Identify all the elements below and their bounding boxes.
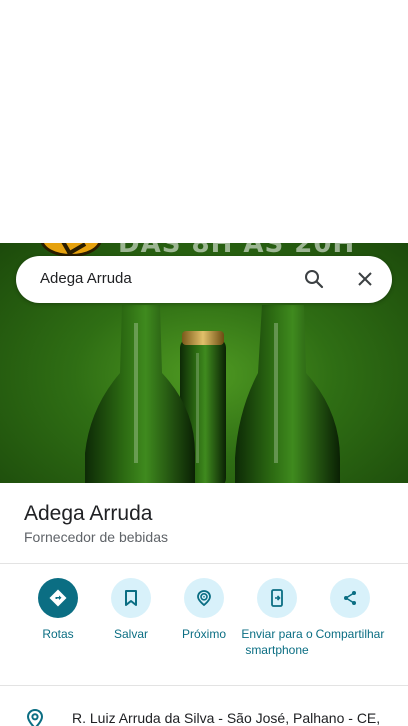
close-icon[interactable] <box>353 267 377 291</box>
nearby-label: Próximo <box>181 627 226 641</box>
directions-icon <box>38 578 78 618</box>
save-button[interactable]: Salvar <box>92 578 170 642</box>
send-to-phone-label: Enviar para o smartphone <box>241 627 313 657</box>
place-title: Adega Arruda <box>24 502 153 525</box>
share-icon <box>330 578 370 618</box>
send-to-phone-button[interactable]: Enviar para o smartphone <box>238 578 316 658</box>
share-button[interactable]: Compartilhar <box>311 578 389 642</box>
directions-button[interactable]: Rotas <box>19 578 97 642</box>
search-icon[interactable] <box>302 267 326 291</box>
nearby-icon <box>184 578 224 618</box>
action-bar: Rotas Salvar Próximo Enviar para o smart… <box>0 578 408 678</box>
send-to-phone-icon <box>257 578 297 618</box>
place-category[interactable]: Fornecedor de bebidas <box>24 529 168 545</box>
location-pin-icon <box>26 708 44 726</box>
bookmark-icon <box>111 578 151 618</box>
save-label: Salvar <box>113 627 148 641</box>
address-row[interactable]: R. Luiz Arruda da Silva - São José, Palh… <box>0 700 408 726</box>
share-label: Compartilhar <box>315 627 385 641</box>
divider <box>0 563 408 564</box>
search-input[interactable]: Adega Arruda <box>40 270 132 287</box>
search-bar[interactable]: Adega Arruda <box>16 256 392 303</box>
map-blank-area <box>0 0 408 243</box>
divider <box>0 685 408 686</box>
directions-label: Rotas <box>42 627 74 641</box>
nearby-button[interactable]: Próximo <box>165 578 243 642</box>
address-text: R. Luiz Arruda da Silva - São José, Palh… <box>72 710 381 726</box>
